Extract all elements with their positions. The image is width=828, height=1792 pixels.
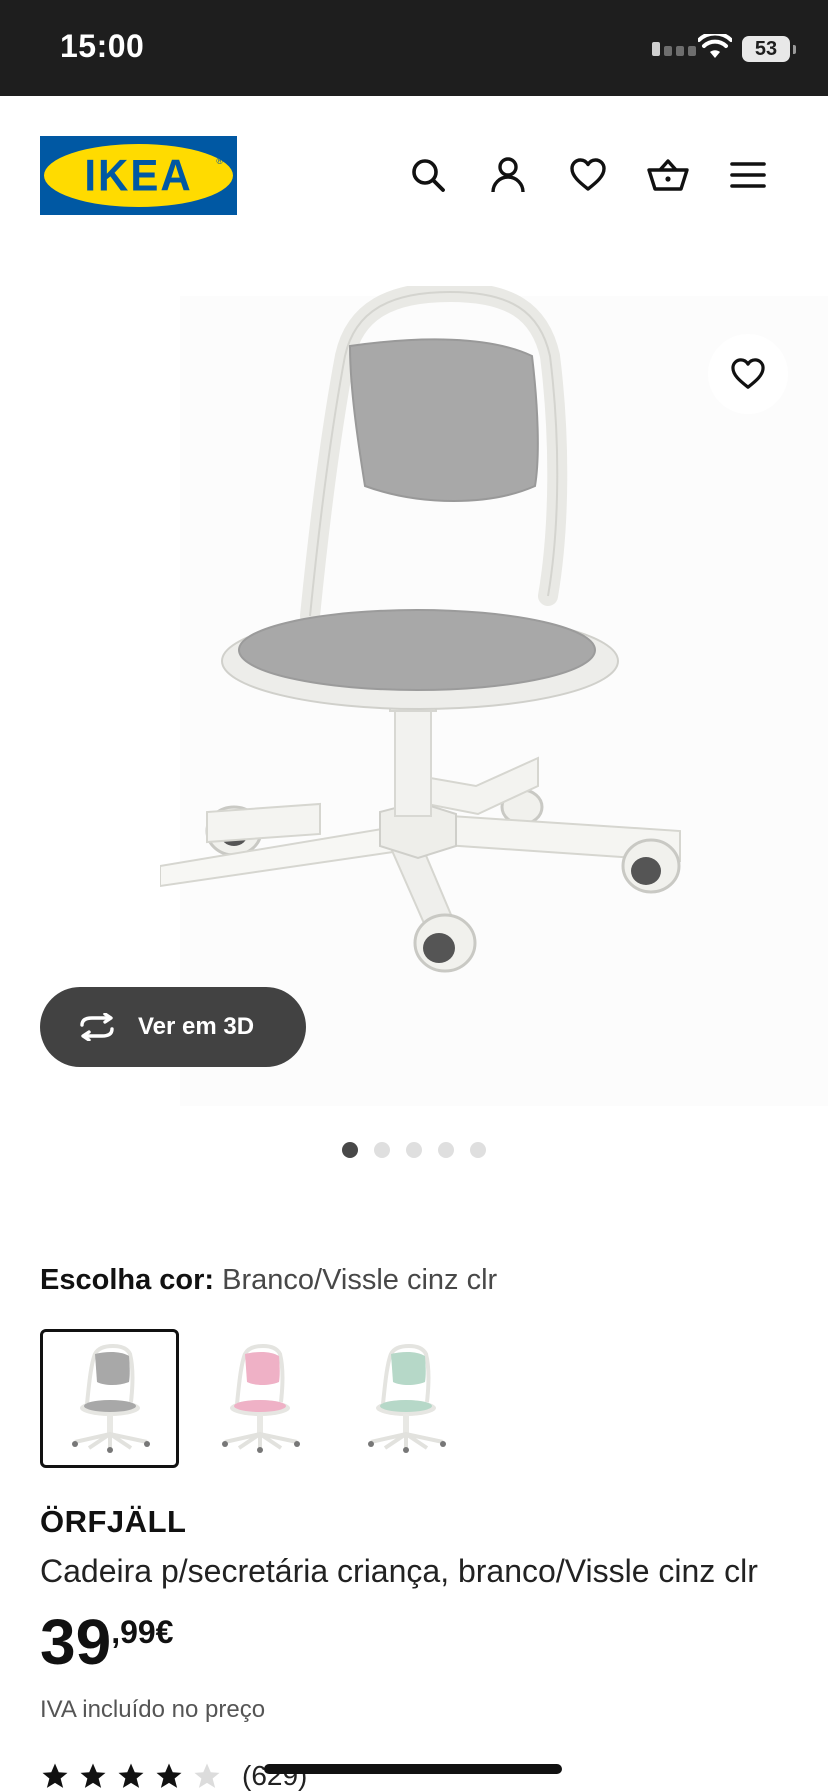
site-header: IKEA ® [0,96,828,256]
gallery-dot-3[interactable] [406,1142,422,1158]
gallery-dot-1[interactable] [342,1142,358,1158]
ikea-logo[interactable]: IKEA ® [40,136,237,215]
color-swatch-grey[interactable] [40,1329,179,1468]
wishlist-button[interactable] [566,153,610,197]
view-3d-button[interactable]: Ver em 3D [40,987,306,1067]
battery-indicator: 53 [742,36,796,62]
chair-thumbnail-grey [71,1343,150,1453]
search-icon [412,159,445,192]
gallery-dot-5[interactable] [470,1142,486,1158]
status-time: 15:00 [60,28,145,64]
color-swatch-pink[interactable] [190,1329,329,1468]
search-button[interactable] [406,153,450,197]
color-choice-line: Escolha cor: Branco/Vissle cinz clr [40,1264,497,1297]
star-icon [42,1763,68,1788]
save-to-wishlist-button[interactable] [708,334,788,414]
vat-note: IVA incluído no preço [40,1696,266,1723]
account-button[interactable] [486,153,530,197]
account-icon [491,157,525,193]
home-indicator [264,1764,562,1774]
product-name: ÖRFJÄLL [40,1504,187,1539]
gallery-dot-4[interactable] [438,1142,454,1158]
menu-button[interactable] [726,153,770,197]
product-image[interactable] [160,286,720,1106]
wheel-front [413,913,477,973]
heart-icon [570,158,606,191]
price-integer: 39 [40,1606,112,1678]
gallery-dot-2[interactable] [374,1142,390,1158]
gallery-pagination [0,1142,828,1158]
view-3d-label: Ver em 3D [138,1013,255,1040]
basket-button[interactable] [646,153,690,197]
registered-mark: ® [216,156,223,166]
color-choice-label: Escolha cor: [40,1264,215,1296]
basket-icon [647,159,689,191]
chair-thumbnail-pink [221,1343,300,1453]
wheel-front-right [621,838,681,894]
rotate-3d-icon [80,1013,114,1041]
wifi-icon [698,34,732,58]
status-bar: 15:00 53 [0,0,828,96]
product-price: 39 ,99€ [40,1608,173,1676]
heart-icon [731,358,765,389]
product-description: Cadeira p/secretária criança, branco/Vis… [40,1553,758,1589]
logo-text: IKEA [84,150,193,201]
color-choice-value: Branco/Vissle cinz clr [222,1264,498,1296]
chair-thumbnail-green [367,1343,446,1453]
star-icon [118,1763,144,1788]
star-icon [156,1763,182,1788]
product-gallery[interactable]: Ver em 3D [0,256,828,1158]
price-decimal: ,99€ [111,1614,174,1650]
signal-icon [652,42,696,56]
color-swatch-green[interactable] [336,1329,475,1468]
menu-icon [730,162,766,188]
star-icon [80,1763,106,1788]
star-empty-icon [194,1763,220,1788]
